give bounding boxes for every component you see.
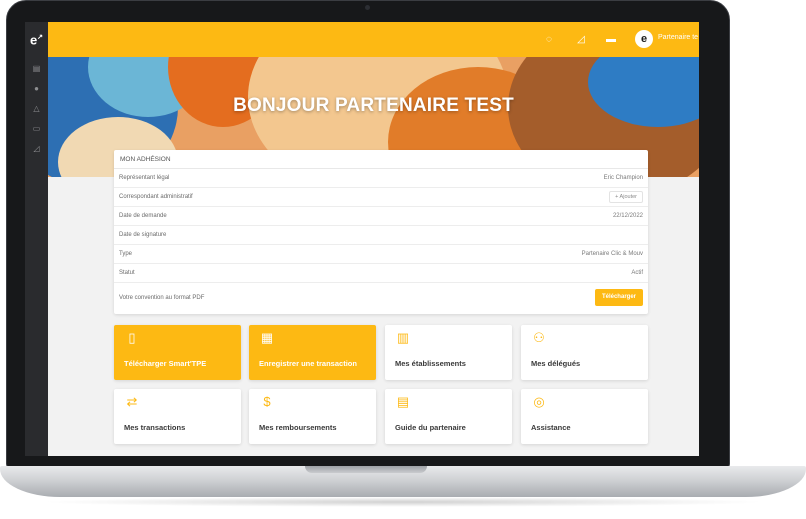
adhesion-row: Type Partenaire Clic & Mouv	[114, 245, 648, 264]
screen: e↗ ▤ ● △ ▭ ◿ ◌ ◿ ▬ e Partenaire te BONJO…	[25, 22, 699, 456]
location-pin-icon[interactable]: ◌	[543, 34, 555, 46]
row-label: Représentant légal	[119, 175, 170, 181]
tile-record-transaction[interactable]: ▦ Enregistrer une transaction	[249, 325, 376, 380]
card-icon[interactable]: ▭	[32, 124, 41, 133]
tile-assistance[interactable]: ◎ Assistance	[521, 389, 648, 444]
building-icon: ▥	[396, 330, 410, 345]
row-value: Actif	[631, 270, 643, 276]
tile-download-smarttpe[interactable]: ▯ Télécharger Smart'TPE	[114, 325, 241, 380]
tile-partner-guide[interactable]: ▤ Guide du partenaire	[385, 389, 512, 444]
pdf-label: Votre convention au format PDF	[119, 295, 205, 301]
avatar[interactable]: e	[635, 30, 653, 48]
add-correspondent-button[interactable]: + Ajouter	[609, 191, 643, 203]
phone-icon: ▯	[128, 330, 136, 345]
adhesion-card: MON ADHÉSION Représentant légal Eric Cha…	[114, 150, 648, 314]
download-button[interactable]: Télécharger	[594, 289, 643, 306]
laptop-shadow	[40, 497, 766, 507]
adhesion-row: Représentant légal Eric Champion	[114, 169, 648, 188]
user-name[interactable]: Partenaire te	[658, 34, 698, 41]
tile-refunds[interactable]: $ Mes remboursements	[249, 389, 376, 444]
pdf-document-icon: ▤	[396, 394, 410, 409]
tile-transactions[interactable]: ⇄ Mes transactions	[114, 389, 241, 444]
row-label: Correspondant administratif	[119, 194, 193, 200]
dashboard-icon[interactable]: ▤	[32, 64, 41, 73]
lifebuoy-icon: ◎	[533, 394, 545, 409]
laptop-notch	[305, 466, 427, 473]
tile-label: Enregistrer une transaction	[259, 359, 357, 368]
row-label: Type	[119, 251, 133, 257]
adhesion-title: MON ADHÉSION	[114, 150, 648, 169]
thumbs-up-icon[interactable]: ◿	[575, 34, 587, 46]
row-value: 22/12/2022	[612, 213, 643, 219]
tile-label: Mes transactions	[124, 423, 186, 432]
page-title: BONJOUR PARTENAIRE TEST	[233, 95, 514, 116]
tile-label: Mes établissements	[395, 359, 466, 368]
app-logo[interactable]: e↗	[27, 28, 46, 47]
row-value: Eric Champion	[603, 175, 643, 181]
bell-icon[interactable]: △	[32, 104, 41, 113]
row-label: Statut	[119, 270, 135, 276]
tile-establishments[interactable]: ▥ Mes établissements	[385, 325, 512, 380]
adhesion-row: Date de signature	[114, 226, 648, 245]
tile-label: Mes remboursements	[259, 423, 337, 432]
thumbs-up-icon[interactable]: ◿	[32, 144, 41, 153]
tile-label: Assistance	[531, 423, 571, 432]
users-icon: ⚇	[533, 330, 545, 345]
tile-label: Mes délégués	[531, 359, 581, 368]
tile-label: Télécharger Smart'TPE	[124, 359, 207, 368]
qr-code-icon: ▦	[260, 330, 274, 345]
card-icon[interactable]: ▬	[605, 34, 617, 46]
row-value: Partenaire Clic & Mouv	[581, 251, 643, 257]
tile-label: Guide du partenaire	[395, 423, 466, 432]
sidebar: e↗ ▤ ● △ ▭ ◿	[25, 22, 48, 456]
adhesion-row: Correspondant administratif + Ajouter	[114, 188, 648, 207]
top-bar: ◌ ◿ ▬ e Partenaire te	[48, 22, 699, 57]
row-label: Date de demande	[119, 213, 167, 219]
hand-money-icon: $	[263, 394, 271, 409]
tile-delegates[interactable]: ⚇ Mes délégués	[521, 325, 648, 380]
row-label: Date de signature	[119, 232, 167, 238]
settings-icon[interactable]: ●	[32, 84, 41, 93]
pdf-row: Votre convention au format PDF Télécharg…	[114, 283, 648, 313]
adhesion-row: Date de demande 22/12/2022	[114, 207, 648, 226]
adhesion-row: Statut Actif	[114, 264, 648, 283]
transfer-arrows-icon: ⇄	[126, 394, 138, 409]
